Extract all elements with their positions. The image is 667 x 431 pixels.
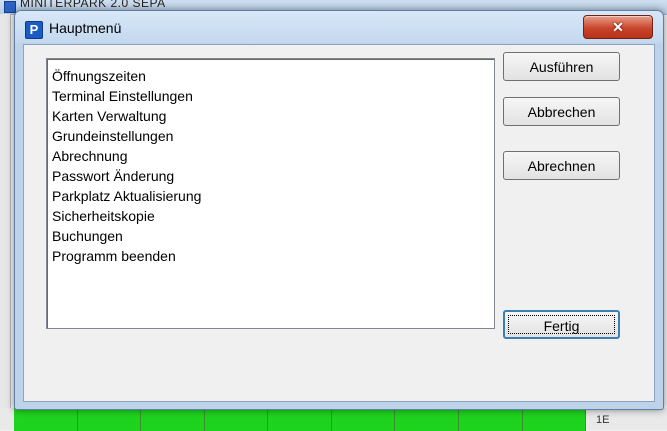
background-app-title: MINITERPARK 2.0 SEPA	[20, 0, 166, 10]
background-right-label: 1E	[596, 414, 610, 426]
parking-status-cell	[522, 409, 587, 431]
background-left-edge	[0, 14, 11, 430]
list-item-buchungen[interactable]: Buchungen	[47, 226, 494, 246]
list-item-grundeinstellungen[interactable]: Grundeinstellungen	[47, 126, 494, 146]
list-item-parkplatz-aktualisierung[interactable]: Parkplatz Aktualisierung	[47, 186, 494, 206]
background-app-icon	[4, 1, 16, 13]
parking-status-cell	[141, 409, 205, 431]
dialog-titlebar[interactable]: P Hauptmenü ✕	[15, 11, 663, 43]
list-item-oeffnungszeiten[interactable]: Öffnungszeiten	[47, 66, 494, 86]
app-icon: P	[25, 21, 43, 39]
close-icon: ✕	[612, 19, 624, 35]
parking-status-strip	[14, 408, 587, 431]
done-button-label: Fertig	[508, 315, 615, 334]
parking-status-cell	[204, 409, 269, 431]
parking-status-cell	[77, 409, 142, 431]
parking-status-cell	[395, 409, 459, 431]
list-item-sicherheitskopie[interactable]: Sicherheitskopie	[47, 206, 494, 226]
dialog-title: Hauptmenü	[49, 20, 122, 36]
list-item-programm-beenden[interactable]: Programm beenden	[47, 246, 494, 266]
cancel-button[interactable]: Abbrechen	[503, 97, 620, 126]
close-button[interactable]: ✕	[583, 15, 653, 39]
list-item-karten-verwaltung[interactable]: Karten Verwaltung	[47, 106, 494, 126]
list-item-terminal-einstellungen[interactable]: Terminal Einstellungen	[47, 86, 494, 106]
settle-button[interactable]: Abrechnen	[503, 151, 620, 180]
menu-listbox[interactable]: Öffnungszeiten Terminal Einstellungen Ka…	[46, 58, 495, 329]
parking-status-cell	[331, 409, 396, 431]
done-button[interactable]: Fertig	[503, 310, 620, 339]
list-item-abrechnung[interactable]: Abrechnung	[47, 146, 494, 166]
parking-status-cell	[14, 409, 78, 431]
main-menu-dialog: P Hauptmenü ✕ Öffnungszeiten Terminal Ei…	[14, 10, 664, 410]
list-item-passwort-aenderung[interactable]: Passwort Änderung	[47, 166, 494, 186]
execute-button[interactable]: Ausführen	[503, 52, 620, 81]
parking-status-cell	[268, 409, 332, 431]
parking-status-cell	[458, 409, 523, 431]
